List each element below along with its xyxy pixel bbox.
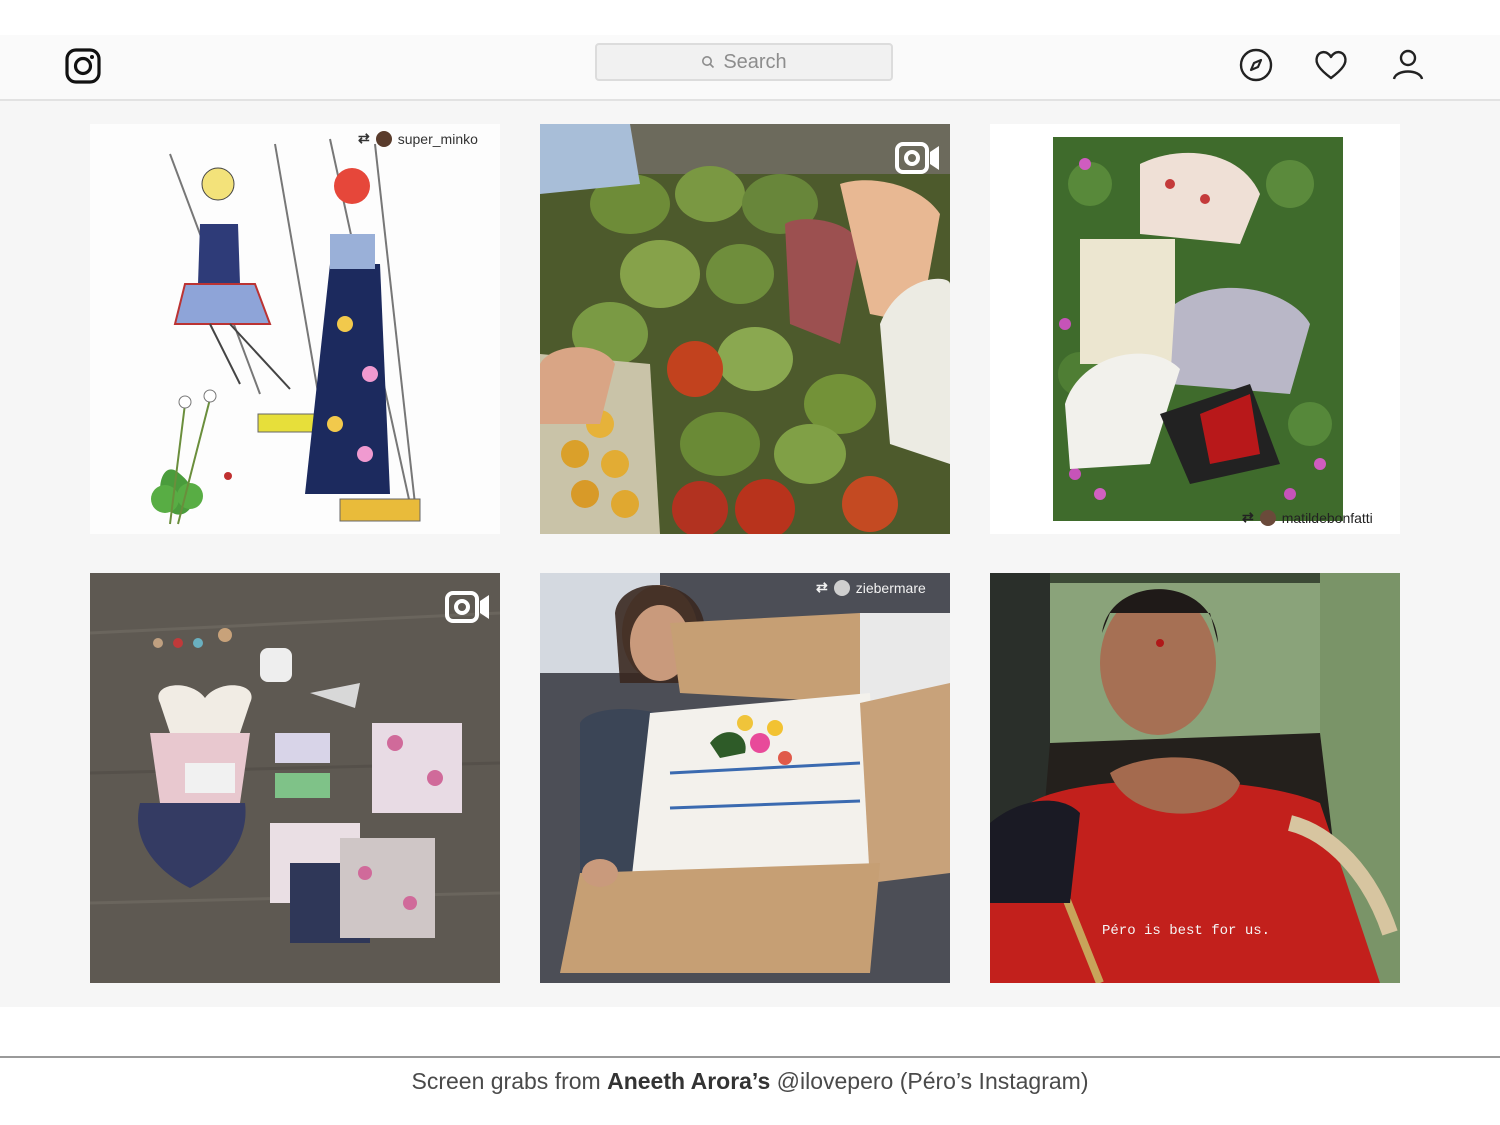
footer-divider — [0, 1056, 1500, 1058]
avatar — [375, 130, 392, 147]
post-tile[interactable]: ⇄ ziebermare — [540, 573, 950, 983]
heart-icon[interactable] — [1311, 45, 1351, 85]
caption-name: Aneeth Arora’s — [607, 1068, 771, 1094]
repost-icon: ⇄ — [358, 130, 370, 146]
post-image — [90, 573, 500, 983]
post-tile[interactable]: ⇄ matildebonfatti — [990, 124, 1400, 534]
search-placeholder: Search — [723, 50, 787, 73]
post-tile[interactable] — [90, 573, 500, 983]
instagram-logo-icon[interactable] — [64, 47, 102, 85]
avatar — [1259, 509, 1276, 526]
post-image — [540, 573, 950, 983]
post-tile[interactable] — [540, 124, 950, 534]
repost-label[interactable]: ⇄ matildebonfatti — [1242, 509, 1373, 526]
video-icon — [895, 142, 939, 174]
post-tile[interactable]: ⇄ super_minko — [90, 124, 500, 534]
repost-label[interactable]: ⇄ ziebermare — [816, 579, 926, 596]
search-input[interactable]: Search — [595, 43, 893, 81]
user-icon[interactable] — [1388, 45, 1428, 85]
repost-icon: ⇄ — [816, 579, 828, 595]
repost-icon: ⇄ — [1242, 509, 1254, 525]
video-subtitle: Péro is best for us. — [1102, 923, 1271, 939]
image-caption: Screen grabs from Aneeth Arora’s @ilovep… — [0, 1068, 1500, 1095]
repost-username: matildebonfatti — [1281, 509, 1373, 526]
post-tile[interactable]: Péro is best for us. — [990, 573, 1400, 983]
compass-icon[interactable] — [1236, 45, 1276, 85]
post-image — [90, 124, 500, 534]
repost-label[interactable]: ⇄ super_minko — [358, 130, 478, 147]
top-navigation-bar: Search — [0, 35, 1500, 101]
post-image — [990, 124, 1400, 534]
instagram-window: Search ⇄ super_minko ⇄ matildebonfatti ⇄… — [0, 35, 1500, 1007]
caption-prefix: Screen grabs from — [411, 1068, 608, 1094]
post-image — [540, 124, 950, 534]
caption-suffix: @ilovepero (Péro’s Instagram) — [770, 1068, 1089, 1094]
post-image — [990, 573, 1400, 983]
video-icon — [445, 591, 489, 623]
search-icon — [702, 56, 715, 69]
avatar — [833, 579, 850, 596]
repost-username: ziebermare — [855, 579, 926, 596]
repost-username: super_minko — [397, 130, 478, 147]
